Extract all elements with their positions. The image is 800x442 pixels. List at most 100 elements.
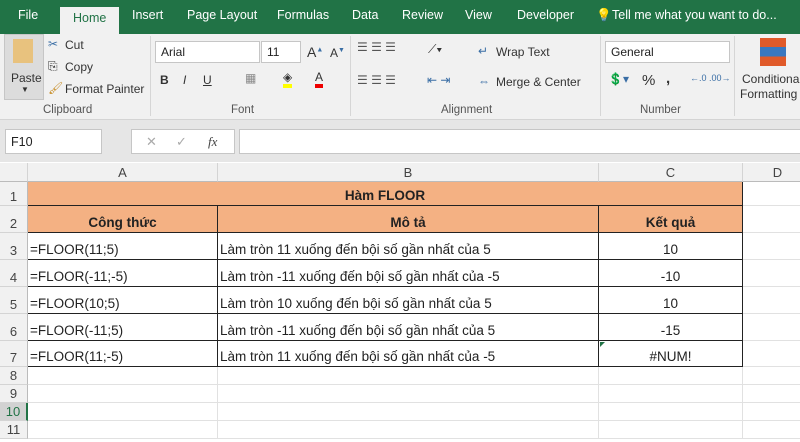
data-cell[interactable]: Làm tròn -11 xuống đến bội số gần nhất c… [218,260,599,287]
decimal-icon[interactable]: ←.0 .00→ [690,73,731,83]
format-painter-button[interactable]: Format Painter [65,82,144,96]
tab-page-layout[interactable]: Page Layout [187,8,257,22]
name-box[interactable]: F10 [5,129,102,154]
merge-center-button[interactable]: Merge & Center [496,75,581,89]
percent-button[interactable]: % [642,72,655,89]
column-header-b[interactable]: B [218,163,599,182]
align-top-icon[interactable]: ☰ ☰ ☰ [357,40,396,54]
comma-button[interactable]: , [666,70,670,87]
copy-button[interactable]: Copy [65,60,93,74]
font-name-select[interactable]: Arial [155,41,260,63]
cell[interactable] [743,182,800,206]
cell[interactable] [218,385,599,403]
tell-me-search[interactable]: Tell me what you want to do... [612,8,777,22]
cell[interactable] [743,341,800,367]
data-cell[interactable]: =FLOOR(11;5) [28,233,218,260]
tab-data[interactable]: Data [352,8,378,22]
row-header-9[interactable]: 9 [0,385,28,403]
row-header-7[interactable]: 7 [0,341,28,367]
cancel-icon[interactable]: ✕ [146,134,157,150]
borders-icon[interactable]: ▦ [245,71,256,85]
indent-icon[interactable]: ⇤ ⇥ [427,73,450,87]
row-header-6[interactable]: 6 [0,314,28,341]
underline-button[interactable]: U [203,73,212,87]
cut-button[interactable]: Cut [65,38,84,52]
increase-font-icon[interactable]: A▲ [307,44,323,60]
cell[interactable] [28,385,218,403]
paste-button[interactable]: Paste ▼ [4,34,44,100]
tab-home[interactable]: Home [60,7,120,34]
header-cell[interactable]: Mô tả [218,206,599,233]
cell[interactable] [743,206,800,233]
title-cell[interactable]: Hàm FLOOR [28,182,743,206]
enter-icon[interactable]: ✓ [176,134,187,150]
data-cell[interactable]: -15 [599,314,743,341]
data-cell[interactable]: 10 [599,233,743,260]
decrease-font-icon[interactable]: A▼ [330,46,345,60]
cell[interactable] [743,260,800,287]
wrap-text-button[interactable]: Wrap Text [496,45,550,59]
select-all-button[interactable] [0,163,28,182]
data-cell[interactable]: #NUM! [599,341,743,367]
row-header-3[interactable]: 3 [0,233,28,260]
italic-button[interactable]: I [183,73,186,87]
tab-view[interactable]: View [465,8,492,22]
data-cell[interactable]: -10 [599,260,743,287]
row-header-4[interactable]: 4 [0,260,28,287]
data-cell[interactable]: =FLOOR(10;5) [28,287,218,314]
data-cell[interactable]: Làm tròn -11 xuống đến bội số gần nhất c… [218,314,599,341]
formula-buttons: ✕ ✓ fx [131,129,235,154]
header-cell[interactable]: Công thức [28,206,218,233]
cell[interactable] [743,367,800,385]
conditional-formatting-button[interactable]: Conditional [742,72,800,86]
data-cell[interactable]: Làm tròn 10 xuống đến bội số gần nhất củ… [218,287,599,314]
row-header-1[interactable]: 1 [0,182,28,206]
row-header-11[interactable]: 11 [0,421,28,439]
cell[interactable] [743,233,800,260]
header-cell[interactable]: Kết quả [599,206,743,233]
data-cell[interactable]: Làm tròn 11 xuống đến bội số gần nhất củ… [218,341,599,367]
number-format-select[interactable]: General [605,41,730,63]
row-header-8[interactable]: 8 [0,367,28,385]
cell[interactable] [218,421,599,439]
data-cell[interactable]: =FLOOR(-11;-5) [28,260,218,287]
tab-formulas[interactable]: Formulas [277,8,329,22]
column-header-c[interactable]: C [599,163,743,182]
bold-button[interactable]: B [160,73,169,87]
align-left-icon[interactable]: ☰ ☰ ☰ [357,73,396,87]
cell[interactable] [599,367,743,385]
row-header-2[interactable]: 2 [0,206,28,233]
row-header-10[interactable]: 10 [0,403,28,421]
column-header-d[interactable]: D [743,163,800,182]
cell[interactable] [218,403,599,421]
font-color-button[interactable]: A [315,70,324,88]
cell[interactable] [218,367,599,385]
row-header-5[interactable]: 5 [0,287,28,314]
cell[interactable] [743,314,800,341]
insert-function-icon[interactable]: fx [208,134,217,150]
font-size-select[interactable]: 11 [261,41,301,63]
cell[interactable] [599,421,743,439]
data-cell[interactable]: =FLOOR(-11;5) [28,314,218,341]
data-cell[interactable]: 10 [599,287,743,314]
fill-color-icon[interactable]: ◈ [283,70,293,88]
data-cell[interactable]: Làm tròn 11 xuống đến bội số gần nhất củ… [218,233,599,260]
orientation-icon[interactable]: ⟋▾ [428,42,442,57]
cell[interactable] [743,403,800,421]
cell[interactable] [28,367,218,385]
tab-file[interactable]: File [18,8,38,22]
tab-insert[interactable]: Insert [132,8,163,22]
cell[interactable] [28,421,218,439]
cell[interactable] [743,287,800,314]
cell[interactable] [743,385,800,403]
cell[interactable] [28,403,218,421]
cell[interactable] [599,403,743,421]
formula-input[interactable] [239,129,800,154]
cell[interactable] [743,421,800,439]
cell[interactable] [599,385,743,403]
tab-developer[interactable]: Developer [517,8,574,22]
column-header-a[interactable]: A [28,163,218,182]
tab-review[interactable]: Review [402,8,443,22]
data-cell[interactable]: =FLOOR(11;-5) [28,341,218,367]
currency-icon[interactable]: 💲▾ [608,72,629,86]
